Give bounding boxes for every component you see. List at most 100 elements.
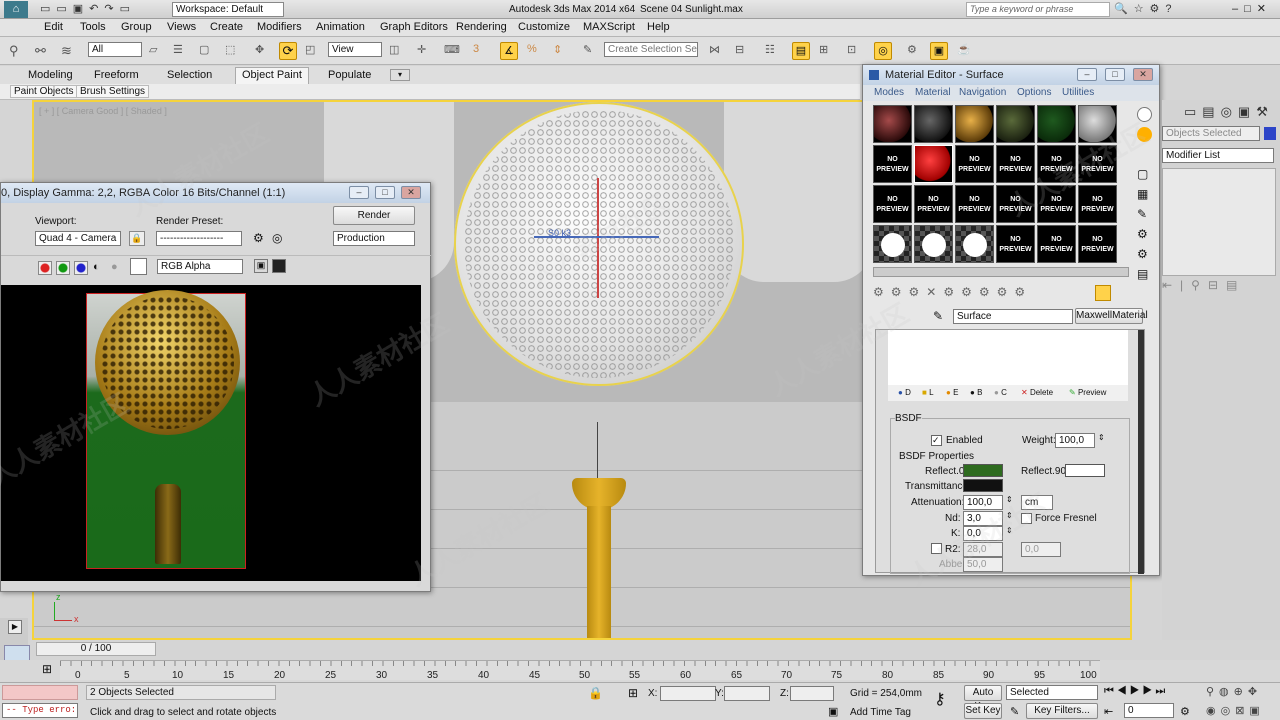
render-canvas[interactable]	[1, 285, 421, 581]
current-frame-field[interactable]: 0	[1124, 703, 1174, 718]
mat-editor-close[interactable]: ✕	[1133, 68, 1153, 81]
channel-dropdown[interactable]: RGB Alpha	[157, 259, 243, 274]
percent-snap-icon[interactable]: %	[526, 42, 544, 60]
layer-b-button[interactable]: ● B	[970, 388, 982, 397]
maxscript-listener-field[interactable]	[2, 685, 78, 700]
nd-spinner[interactable]: ⇕	[1006, 511, 1013, 520]
render-window-close[interactable]: ✕	[401, 186, 421, 199]
menu-customize[interactable]: Customize	[518, 21, 570, 33]
scale-icon[interactable]: ◰	[304, 42, 322, 60]
selection-filter-dropdown[interactable]: All	[88, 42, 142, 57]
render-window-minimize[interactable]: –	[349, 186, 369, 199]
transmittance-swatch[interactable]	[963, 479, 1003, 492]
background-swatch[interactable]	[130, 258, 147, 275]
layer-c-button[interactable]: ● C	[994, 388, 1007, 397]
video-color-icon[interactable]: ▦	[1137, 187, 1148, 201]
slots-scrollbar[interactable]	[873, 267, 1129, 277]
menu-rendering[interactable]: Rendering	[456, 21, 507, 33]
sample-slot-17[interactable]: NO PREVIEW	[1037, 185, 1076, 223]
menu-edit[interactable]: Edit	[44, 21, 63, 33]
workspace-dropdown[interactable]: Workspace: Default	[172, 2, 284, 17]
material-map-nav-icon[interactable]: ▤	[1137, 267, 1148, 281]
delete-layer-button[interactable]: ✕ Delete	[1021, 388, 1053, 397]
schematic-view-icon[interactable]: ⊡	[846, 42, 864, 60]
modifier-stack[interactable]	[1162, 168, 1276, 276]
sample-slot-6[interactable]	[1078, 105, 1117, 143]
r2-checkbox[interactable]	[931, 543, 942, 554]
y-coord-field[interactable]	[724, 686, 770, 701]
display-icon[interactable]: ▣	[254, 259, 268, 273]
sample-slot-10[interactable]: NO PREVIEW	[996, 145, 1035, 183]
attenuation-field[interactable]: 100,0	[963, 495, 1003, 510]
z-coord-field[interactable]	[790, 686, 834, 701]
reflect0-swatch[interactable]	[963, 464, 1003, 477]
menu-views[interactable]: Views	[167, 21, 196, 33]
menu-create[interactable]: Create	[210, 21, 243, 33]
menu-group[interactable]: Group	[121, 21, 152, 33]
r2-field-a[interactable]: 28,0	[963, 542, 1003, 557]
k-spinner[interactable]: ⇕	[1006, 526, 1013, 535]
viewport-nav-icons[interactable]: ⚲◍⊕✥	[1206, 685, 1262, 698]
paint-objects-panel[interactable]: Paint Objects	[10, 85, 78, 98]
menu-maxscript[interactable]: MAXScript	[583, 21, 635, 33]
alpha-channel-icon[interactable]: ◐	[93, 261, 100, 273]
curve-editor-icon[interactable]: ⊞	[818, 42, 836, 60]
tab-modeling[interactable]: Modeling	[28, 69, 73, 81]
track-bar-icon[interactable]: ⊞	[42, 662, 52, 676]
sample-slot-7[interactable]: NO PREVIEW	[873, 145, 912, 183]
rotate-icon[interactable]: ⟳	[279, 42, 297, 60]
force-fresnel-checkbox[interactable]	[1021, 513, 1032, 524]
sample-slot-5[interactable]	[1037, 105, 1076, 143]
named-selection-dropdown[interactable]: Create Selection Se	[604, 42, 698, 57]
select-by-material-icon[interactable]: ⚙	[1137, 247, 1148, 261]
mat-editor-minimize[interactable]: –	[1077, 68, 1097, 81]
sample-slot-1[interactable]	[873, 105, 912, 143]
spinner-snap-icon[interactable]: ⇕	[552, 42, 570, 60]
time-slider[interactable]: 0 / 100	[36, 642, 156, 656]
render-setup-small-icon[interactable]: ⚙	[253, 231, 264, 245]
layer-e-button[interactable]: ● E	[946, 388, 958, 397]
k-field[interactable]: 0,0	[963, 526, 1003, 541]
blue-channel-icon[interactable]	[74, 261, 88, 275]
playback-controls[interactable]: ⏮◀▶▶⏭	[1104, 685, 1168, 698]
get-material-icon[interactable]: ⚙⚙⚙✕⚙⚙⚙⚙⚙	[873, 285, 1032, 299]
sample-slot-22[interactable]: NO PREVIEW	[996, 225, 1035, 263]
preview-layer-button[interactable]: ✎ Preview	[1069, 388, 1106, 397]
sample-slot-12[interactable]: NO PREVIEW	[1078, 145, 1117, 183]
add-time-tag-label[interactable]: Add Time Tag	[850, 707, 911, 718]
sample-slot-13[interactable]: NO PREVIEW	[873, 185, 912, 223]
show-map-icon[interactable]	[1095, 285, 1111, 301]
background-icon[interactable]	[1137, 147, 1152, 162]
sample-slot-16[interactable]: NO PREVIEW	[996, 185, 1035, 223]
time-config-icon[interactable]: ⚙	[1180, 705, 1190, 718]
sample-slot-4[interactable]	[996, 105, 1035, 143]
set-key-button[interactable]: Set Key	[964, 703, 1002, 719]
pick-material-icon[interactable]: ✎	[933, 309, 943, 323]
weight-spinner[interactable]: ⇕	[1098, 433, 1105, 442]
window-crossing-icon[interactable]: ⬚	[224, 42, 242, 60]
render-button[interactable]: Render	[333, 206, 415, 225]
sample-slot-19[interactable]	[873, 225, 912, 263]
menu-animation[interactable]: Animation	[316, 21, 365, 33]
key-icon[interactable]: ⚷	[934, 689, 946, 709]
viewport-nav-icons-2[interactable]: ◉◎⊠▣	[1206, 704, 1265, 717]
material-type-button[interactable]: MaxwellMaterial	[1075, 308, 1148, 324]
menu-tools[interactable]: Tools	[80, 21, 106, 33]
mono-channel-icon[interactable]: ●	[111, 261, 118, 273]
tab-freeform[interactable]: Freeform	[94, 69, 139, 81]
graphite-toolbar-icon[interactable]: ▤	[792, 42, 810, 60]
sample-slot-9[interactable]: NO PREVIEW	[955, 145, 994, 183]
toggle-ui-icon[interactable]	[272, 259, 286, 273]
x-coord-field[interactable]	[660, 686, 716, 701]
select-by-name-icon[interactable]: ☰	[172, 42, 190, 60]
sample-slot-15[interactable]: NO PREVIEW	[955, 185, 994, 223]
viewport-dropdown[interactable]: Quad 4 - Camera	[35, 231, 121, 246]
select-object-icon[interactable]: ▱	[148, 42, 166, 60]
sample-slot-21[interactable]	[955, 225, 994, 263]
pivot-center-icon[interactable]: ◫	[388, 42, 406, 60]
link-icon[interactable]: ⚲	[8, 42, 26, 60]
rect-selection-icon[interactable]: ▢	[198, 42, 216, 60]
backlight-icon[interactable]	[1137, 127, 1152, 142]
layer-l-button[interactable]: ■ L	[922, 388, 934, 397]
sample-slot-11[interactable]: NO PREVIEW	[1037, 145, 1076, 183]
